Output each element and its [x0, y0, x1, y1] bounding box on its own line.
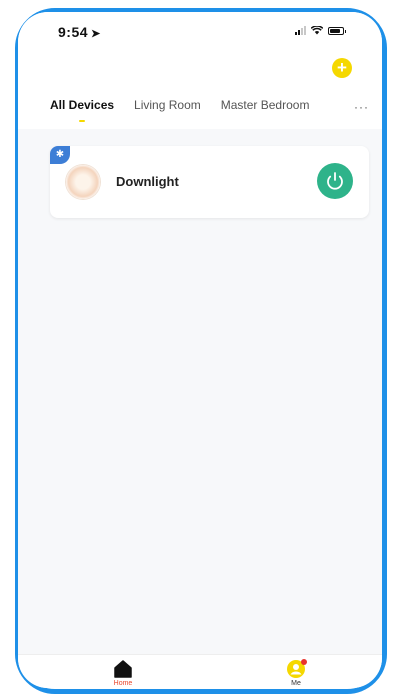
device-card-downlight[interactable]: ✱ Downlight: [50, 146, 369, 218]
status-time-text: 9:54: [58, 24, 89, 40]
power-toggle-button[interactable]: [317, 163, 353, 199]
power-icon: [327, 172, 343, 190]
add-device-button[interactable]: +: [332, 58, 352, 78]
status-icons: [295, 26, 346, 35]
header-area: 9:54 ➤ + All Devices Living Room Master …: [18, 12, 382, 129]
app-screen: 9:54 ➤ + All Devices Living Room Master …: [18, 12, 382, 688]
more-tabs-button[interactable]: ···: [354, 101, 369, 113]
downlight-icon: [66, 165, 100, 199]
bottom-tab-bar: Home Me: [18, 654, 382, 688]
tab-master-bedroom[interactable]: Master Bedroom: [221, 98, 310, 112]
device-name: Downlight: [116, 174, 179, 189]
plus-icon: +: [337, 58, 347, 77]
tab-home-label: Home: [113, 680, 133, 687]
notification-dot: [301, 659, 307, 665]
tab-label: Living Room: [134, 98, 201, 112]
tab-me[interactable]: Me: [266, 655, 326, 687]
tab-all-devices[interactable]: All Devices: [50, 98, 115, 122]
status-time: 9:54 ➤: [58, 24, 101, 40]
tab-me-label: Me: [291, 680, 301, 687]
signal-icon: [295, 26, 306, 35]
wifi-icon: [311, 26, 323, 35]
tab-living-room[interactable]: Living Room: [134, 98, 201, 112]
bluetooth-icon: ✱: [50, 146, 70, 164]
home-icon: [114, 660, 132, 678]
active-tab-indicator: [79, 120, 86, 122]
tab-label: All Devices: [50, 98, 115, 112]
battery-icon: [328, 26, 346, 35]
tab-home[interactable]: Home: [93, 655, 153, 687]
tab-label: Master Bedroom: [220, 98, 310, 112]
room-tabs: All Devices Living Room Master Bedroom: [50, 98, 329, 122]
location-arrow-icon: ➤: [91, 28, 101, 40]
status-bar: 9:54 ➤: [18, 12, 382, 52]
